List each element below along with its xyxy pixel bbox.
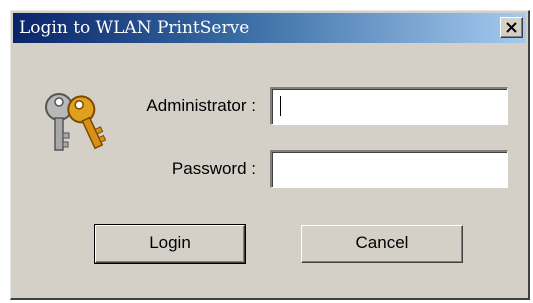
password-input[interactable] bbox=[270, 150, 508, 188]
administrator-input[interactable] bbox=[270, 87, 508, 125]
close-icon bbox=[506, 22, 517, 33]
text-cursor bbox=[280, 96, 281, 116]
administrator-label: Administrator : bbox=[146, 96, 256, 115]
title-bar[interactable]: Login to WLAN PrintServe bbox=[13, 13, 526, 43]
window-title: Login to WLAN PrintServe bbox=[19, 18, 250, 38]
login-dialog: Login to WLAN PrintServe Administrator :… bbox=[10, 10, 530, 300]
close-button[interactable] bbox=[500, 17, 523, 38]
keys-icon bbox=[45, 93, 107, 151]
login-button[interactable]: Login bbox=[94, 224, 246, 264]
password-label: Password : bbox=[171, 159, 256, 178]
cancel-button[interactable]: Cancel bbox=[301, 225, 463, 263]
